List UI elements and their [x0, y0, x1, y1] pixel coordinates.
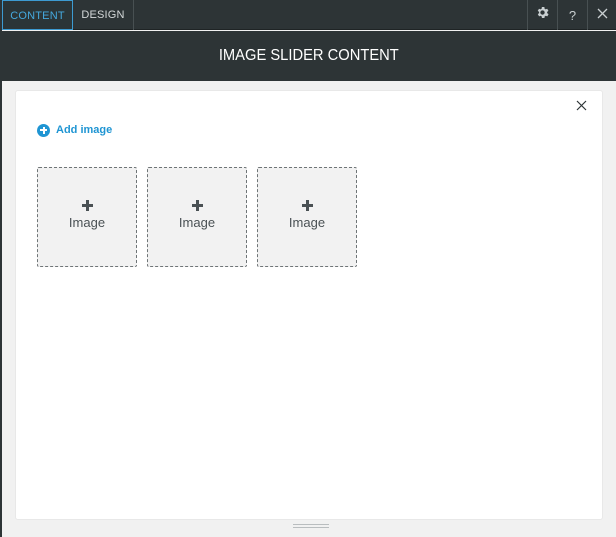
content-panel: Add image Image Image Image	[16, 91, 602, 519]
plus-icon	[301, 200, 313, 211]
close-icon	[597, 6, 608, 24]
help-label: ?	[568, 7, 577, 23]
image-slot-3[interactable]: Image	[257, 167, 357, 267]
image-slot-label: Image	[178, 215, 216, 230]
tab-content[interactable]: CONTENT	[2, 0, 73, 30]
image-slot-2[interactable]: Image	[147, 167, 247, 267]
resize-handle[interactable]	[293, 524, 329, 530]
help-button[interactable]: ?	[557, 0, 587, 30]
gear-icon	[535, 5, 550, 25]
panel-close-button[interactable]	[573, 99, 589, 115]
image-slot-label: Image	[288, 215, 326, 230]
image-slider-editor-window: CONTENT DESIGN ? IMAGE SLIDER CONTENT Ad…	[0, 0, 616, 537]
settings-button[interactable]	[527, 0, 557, 30]
tab-bar: CONTENT DESIGN ?	[2, 0, 616, 30]
add-image-label: Add image	[56, 124, 113, 136]
plus-icon	[191, 200, 203, 211]
close-window-button[interactable]	[587, 0, 616, 30]
header: IMAGE SLIDER CONTENT	[2, 31, 616, 81]
close-icon	[576, 98, 587, 116]
add-image-button[interactable]: Add image	[37, 123, 112, 137]
plus-circle-icon	[37, 123, 50, 137]
page-title: IMAGE SLIDER CONTENT	[219, 47, 399, 64]
image-slot-label: Image	[68, 215, 106, 230]
image-slot-1[interactable]: Image	[37, 167, 137, 267]
plus-icon	[81, 200, 93, 211]
tab-design[interactable]: DESIGN	[73, 0, 134, 30]
